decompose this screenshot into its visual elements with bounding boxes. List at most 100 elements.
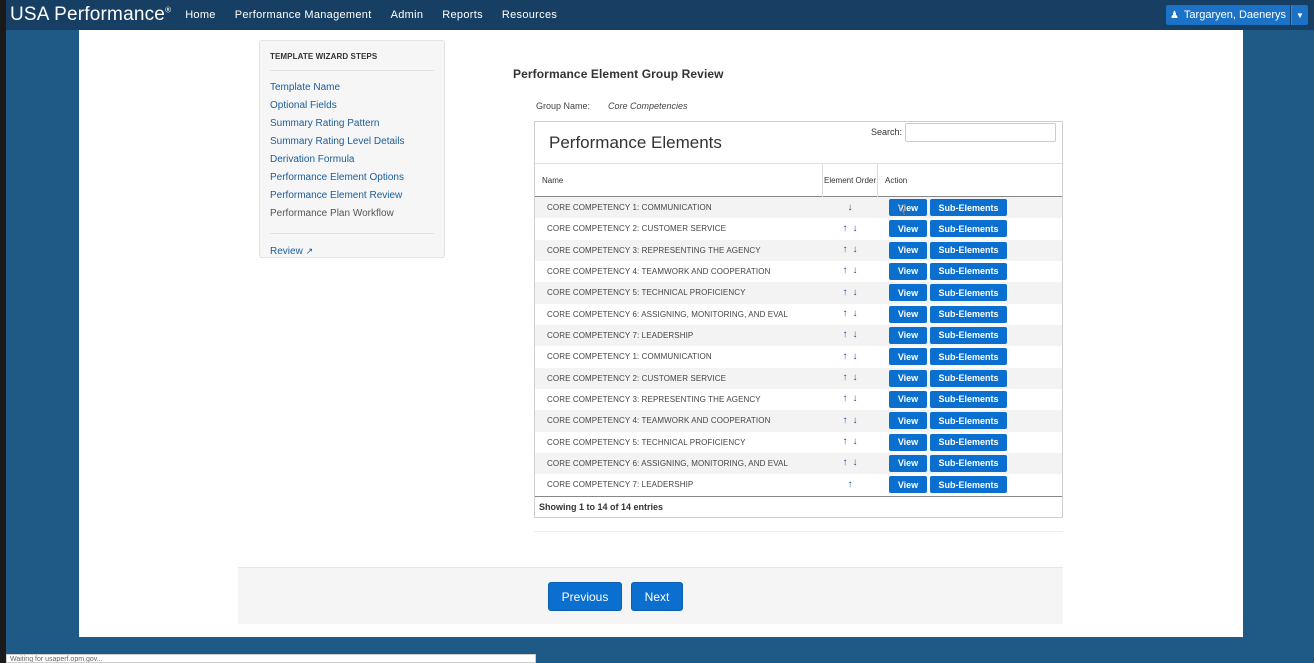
element-order-cell: ↑ ↓ [822,240,878,261]
move-down-icon[interactable]: ↓ [853,437,858,447]
view-button[interactable]: View [889,390,927,408]
table-row: CORE COMPETENCY 4: TEAMWORK AND COOPERAT… [535,261,1062,282]
move-down-icon[interactable]: ↓ [853,415,858,426]
sub-elements-button[interactable]: Sub-Elements [930,348,1007,366]
previous-button[interactable]: Previous [548,582,622,611]
element-name: CORE COMPETENCY 4: TEAMWORK AND COOPERAT… [547,416,771,426]
user-menu-toggle[interactable]: ▼ [1291,5,1308,25]
view-button[interactable]: View [889,433,927,451]
element-name: CORE COMPETENCY 2: CUSTOMER SERVICE [547,373,727,383]
nav-performance-management[interactable]: Performance Management [235,9,372,21]
sub-elements-button[interactable]: Sub-Elements [930,412,1007,430]
move-up-icon[interactable]: ↑ [843,415,848,426]
divider [534,531,1063,532]
view-button[interactable]: View [889,262,927,280]
group-name-label: Group Name: [536,101,591,111]
move-up-icon[interactable]: ↑ [843,458,848,468]
table-row: CORE COMPETENCY 5: TECHNICAL PROFICIENCY… [535,282,1062,304]
sub-elements-button[interactable]: Sub-Elements [930,390,1007,408]
sub-elements-button[interactable]: Sub-Elements [930,220,1007,238]
user-icon: ♟ [1169,9,1179,21]
view-button[interactable]: View [889,220,927,238]
element-name: CORE COMPETENCY 6: ASSIGNING, MONITORING… [547,458,789,468]
move-up-icon[interactable]: ↑ [843,437,848,447]
view-button[interactable]: View [889,241,927,259]
view-button[interactable]: View [889,348,927,366]
table-row: CORE COMPETENCY 7: LEADERSHIP ↑ View Sub-El… [535,474,1062,495]
move-down-icon[interactable]: ↓ [853,394,858,404]
move-down-icon[interactable]: ↓ [853,373,858,383]
wizard-title: TEMPLATE WIZARD STEPS [270,52,378,61]
sub-elements-button[interactable]: Sub-Elements [930,476,1007,494]
sub-elements-button[interactable]: Sub-Elements [930,199,1007,216]
nav-reports[interactable]: Reports [442,9,483,21]
wizard-step-performance-plan-workflow: Performance Plan Workflow [270,208,394,219]
view-button[interactable]: View [889,369,927,387]
table-row: CORE COMPETENCY 1: COMMUNICATION ↑ ↓ View Su… [535,346,1062,367]
wizard-step-derivation-formula[interactable]: Derivation Formula [270,151,444,169]
element-name: CORE COMPETENCY 4: TEAMWORK AND COOPERAT… [547,266,771,276]
view-button[interactable]: View [889,284,927,302]
wizard-step-performance-element-review[interactable]: Performance Element Review [270,187,444,205]
move-down-icon[interactable]: ↓ [853,458,858,468]
move-up-icon[interactable]: ↑ [843,287,848,298]
element-order-cell: ↑ ↓ [822,368,878,389]
view-button[interactable]: View [889,454,927,472]
move-up-icon[interactable]: ↑ [843,330,848,340]
move-up-icon[interactable]: ↑ [843,309,848,319]
move-down-icon[interactable]: ↓ [853,245,858,255]
move-up-icon[interactable]: ↑ [843,373,848,383]
move-down-icon[interactable]: ↓ [853,330,858,340]
move-up-icon[interactable]: ↑ [843,266,848,276]
sub-elements-button[interactable]: Sub-Elements [930,262,1007,280]
view-button[interactable]: View [889,305,927,323]
search-input[interactable] [905,123,1056,142]
table-row: CORE COMPETENCY 2: CUSTOMER SERVICE ↑ ↓ Vie… [535,367,1062,389]
entries-info: Showing 1 to 14 of 14 entries [539,502,664,512]
view-button[interactable]: View [889,476,927,494]
view-button[interactable]: View [889,326,927,344]
view-button[interactable]: View [889,199,927,216]
table-row: CORE COMPETENCY 5: TECHNICAL PROFICIENCY… [535,432,1062,453]
move-down-icon[interactable]: ↓ [853,287,858,298]
element-name: CORE COMPETENCY 6: ASSIGNING, MONITORING… [547,309,789,319]
wizard-step-performance-element-options[interactable]: Performance Element Options [270,169,444,187]
nav-admin[interactable]: Admin [391,9,424,21]
brand-logo[interactable]: USA Performance® [10,4,171,26]
wizard-step-optional-fields[interactable]: Optional Fields [270,97,444,115]
wizard-step-template-name[interactable]: Template Name [270,79,444,97]
nav-resources[interactable]: Resources [502,9,557,21]
brand-mark: ® [165,5,172,15]
move-down-icon[interactable]: ↓ [848,202,853,213]
column-header-name[interactable]: Name [542,164,822,197]
nav-home[interactable]: Home [185,9,216,21]
sub-elements-button[interactable]: Sub-Elements [930,305,1007,323]
sub-elements-button[interactable]: Sub-Elements [930,326,1007,344]
search-label: Search: [871,127,903,137]
move-up-icon[interactable]: ↑ [843,245,848,255]
sub-elements-button[interactable]: Sub-Elements [930,454,1007,472]
move-down-icon[interactable]: ↓ [853,223,858,234]
move-up-icon[interactable]: ↑ [843,394,848,404]
move-down-icon[interactable]: ↓ [853,266,858,276]
table-row: CORE COMPETENCY 1: COMMUNICATION ↓ View Sub… [535,197,1062,219]
move-up-icon[interactable]: ↑ [848,479,853,490]
review-link[interactable]: Review ↗ [270,246,444,257]
sub-elements-button[interactable]: Sub-Elements [930,241,1007,259]
sub-elements-button[interactable]: Sub-Elements [930,433,1007,451]
sub-elements-button[interactable]: Sub-Elements [930,369,1007,387]
move-down-icon[interactable]: ↓ [853,351,858,362]
wizard-step-summary-rating-level-details[interactable]: Summary Rating Level Details [270,133,444,151]
move-up-icon[interactable]: ↑ [843,351,848,362]
column-header-element-order[interactable]: Element Order [822,164,878,197]
view-button[interactable]: View [889,412,927,430]
user-menu-button[interactable]: ♟ Targaryen, Daenerys [1166,5,1290,25]
sub-elements-button[interactable]: Sub-Elements [930,284,1007,302]
move-up-icon[interactable]: ↑ [843,223,848,234]
move-down-icon[interactable]: ↓ [853,309,858,319]
wizard-step-summary-rating-pattern[interactable]: Summary Rating Pattern [270,115,444,133]
table-row: CORE COMPETENCY 3: REPRESENTING THE AGEN… [535,389,1062,410]
element-order-cell: ↑ ↓ [822,410,878,431]
next-button[interactable]: Next [631,582,683,611]
wizard-step-list: Template Name Optional Fields Summary Ra… [270,79,444,223]
